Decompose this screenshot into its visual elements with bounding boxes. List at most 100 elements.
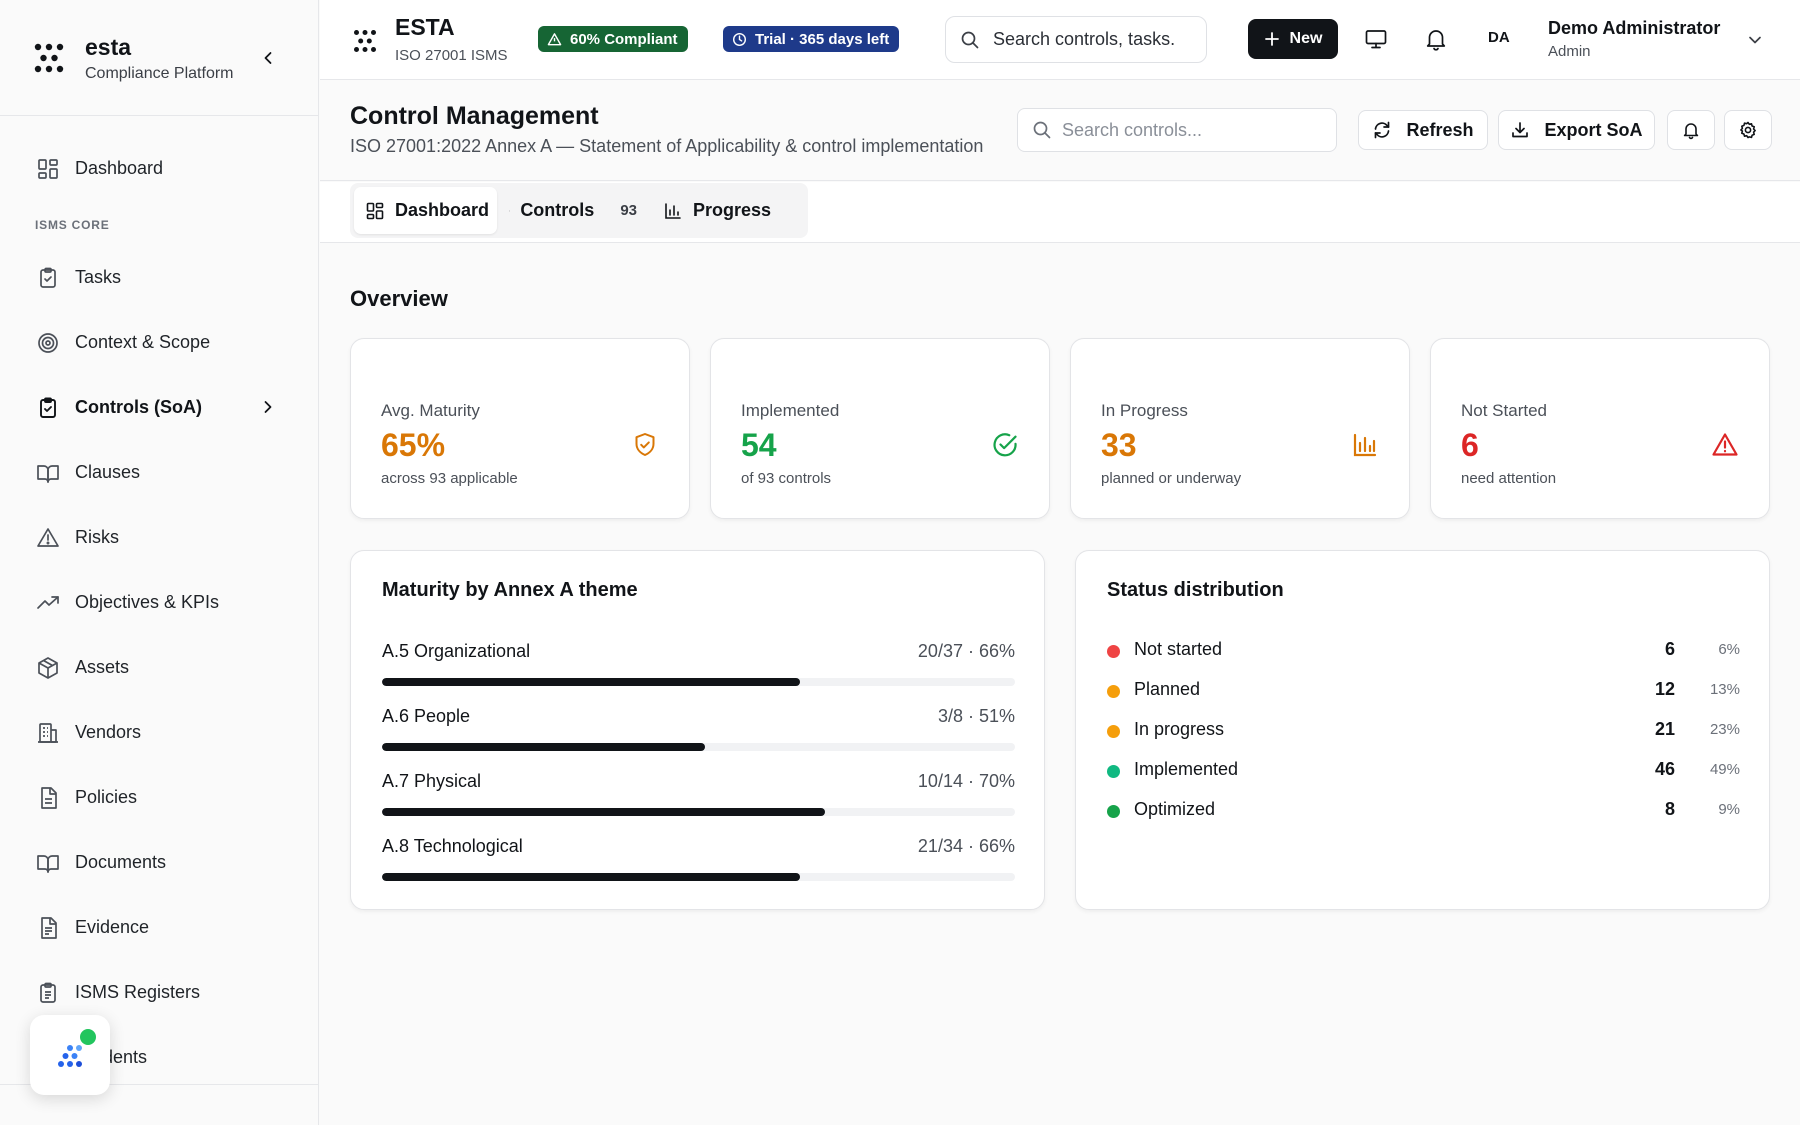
controls-search-input[interactable]: Search controls...	[1017, 108, 1337, 152]
register-icon	[40, 982, 56, 1003]
theme-stat: 20/37 · 66%	[917, 641, 1015, 661]
not-started-card: Not Started 6 need attention	[1430, 338, 1770, 519]
new-button[interactable]: New	[1248, 19, 1338, 59]
stat-caption: of 93 controls	[741, 470, 832, 487]
theme-stat: 3/8 · 51%	[937, 706, 1015, 726]
status-row: Implemented 46 49%	[1107, 757, 1740, 787]
warning-icon	[37, 527, 59, 547]
status-name: In progress	[1134, 719, 1225, 739]
theme-row: A.7 Physical 10/14 · 70%	[382, 771, 1015, 821]
sidebar-item-objectives[interactable]: Objectives & KPIs	[0, 570, 318, 635]
check-circle-icon	[993, 433, 1017, 457]
assistant-button[interactable]	[30, 1015, 110, 1095]
export-soa-button[interactable]: Export SoA	[1498, 110, 1655, 150]
chevron-down-icon[interactable]	[1745, 30, 1765, 50]
shield-icon	[509, 209, 511, 212]
refresh-button[interactable]: Refresh	[1358, 110, 1488, 150]
monitor-icon[interactable]	[1363, 26, 1389, 52]
in-progress-card: In Progress 33 planned or underway	[1070, 338, 1410, 519]
controls-search-placeholder: Search controls...	[1062, 119, 1203, 140]
panel-title: Status distribution	[1107, 579, 1284, 601]
progress-track	[382, 808, 1015, 816]
bar-chart-icon	[665, 202, 681, 219]
sidebar-nav: Dashboard ISMS CORE Tasks Context & Scop…	[0, 116, 318, 1090]
trial-badge-label: Trial · 365 days left	[755, 30, 890, 48]
user-name[interactable]: Demo Administrator	[1548, 18, 1720, 39]
sidebar-item-context-scope[interactable]: Context & Scope	[0, 310, 318, 375]
progress-track	[382, 873, 1015, 881]
global-search-input[interactable]: Search controls, tasks.	[945, 16, 1207, 63]
status-percent: 13%	[1709, 681, 1740, 698]
sidebar-item-vendors[interactable]: Vendors	[0, 700, 318, 765]
stat-label: In Progress	[1101, 401, 1188, 420]
sidebar-item-dashboard[interactable]: Dashboard	[0, 136, 318, 201]
plus-icon	[1264, 32, 1279, 46]
building-icon	[38, 722, 58, 743]
status-percent: 6%	[1718, 641, 1740, 658]
new-button-label: New	[1289, 30, 1323, 47]
status-name: Optimized	[1134, 799, 1216, 819]
nav-section-label: ISMS CORE	[35, 218, 110, 232]
theme-name: A.7 Physical	[382, 771, 482, 791]
tab-dashboard[interactable]: Dashboard	[354, 187, 497, 234]
sidebar-item-label: Context & Scope	[75, 332, 211, 352]
tabs-row: Dashboard Controls 93 Progress	[320, 182, 1800, 243]
sidebar-item-label: Documents	[75, 852, 167, 872]
stat-value: 33	[1101, 427, 1137, 463]
brand: esta Compliance Platform	[0, 0, 318, 116]
clipboard-icon	[40, 267, 56, 288]
status-row: Optimized 8 9%	[1107, 797, 1740, 827]
bar-chart-icon	[1353, 433, 1377, 457]
online-status-dot	[80, 1029, 96, 1045]
sidebar-item-policies[interactable]: Policies	[0, 765, 318, 830]
status-percent: 9%	[1718, 801, 1740, 818]
notifications-bell-icon[interactable]	[1423, 26, 1449, 52]
refresh-button-label: Refresh	[1406, 119, 1474, 140]
tab-label: Controls	[520, 200, 595, 220]
sidebar-item-controls[interactable]: Controls (SoA)	[0, 375, 318, 440]
collapse-sidebar-icon[interactable]	[258, 48, 278, 68]
grid-icon	[38, 158, 58, 179]
sidebar-item-risks[interactable]: Risks	[0, 505, 318, 570]
sidebar: esta Compliance Platform Dashboard ISMS …	[0, 0, 319, 1125]
book-icon	[37, 464, 59, 483]
status-count: 21	[1654, 719, 1675, 739]
maturity-by-theme-panel: Maturity by Annex A theme A.5 Organizati…	[350, 550, 1045, 910]
stat-value: 65%	[381, 427, 446, 463]
progress-fill	[382, 678, 800, 686]
user-role: Admin	[1548, 43, 1591, 60]
progress-fill	[382, 873, 800, 881]
sidebar-item-evidence[interactable]: Evidence	[0, 895, 318, 960]
page-title: Control Management	[350, 102, 599, 130]
status-dot	[1107, 725, 1120, 738]
sidebar-item-label: Vendors	[75, 722, 142, 742]
tab-progress[interactable]: Progress	[662, 187, 782, 234]
sidebar-item-label: Dashboard	[75, 158, 164, 178]
gear-icon	[1740, 121, 1756, 139]
sidebar-item-clauses[interactable]: Clauses	[0, 440, 318, 505]
avatar[interactable]: DA	[1488, 29, 1510, 46]
clock-icon	[732, 32, 747, 46]
target-icon	[38, 332, 58, 353]
status-dot	[1107, 805, 1120, 818]
tab-label: Dashboard	[395, 200, 490, 220]
workspace-subtitle: ISO 27001 ISMS	[395, 47, 508, 64]
sidebar-item-label: Policies	[75, 787, 138, 807]
theme-row: A.8 Technological 21/34 · 66%	[382, 836, 1015, 886]
status-row: Planned 12 13%	[1107, 677, 1740, 707]
sidebar-item-documents[interactable]: Documents	[0, 830, 318, 895]
export-soa-button-label: Export SoA	[1544, 119, 1643, 140]
status-dot	[1107, 765, 1120, 778]
sidebar-item-label: Evidence	[75, 917, 150, 937]
sidebar-item-assets[interactable]: Assets	[0, 635, 318, 700]
refresh-icon	[1375, 121, 1390, 139]
search-icon	[961, 31, 979, 48]
tab-controls[interactable]: Controls 93	[507, 187, 637, 234]
settings-button[interactable]	[1724, 110, 1772, 150]
theme-name: A.8 Technological	[382, 836, 523, 856]
compliance-badge: 60% Compliant	[538, 26, 688, 52]
esta-logo-icon	[34, 43, 64, 72]
sidebar-item-tasks[interactable]: Tasks	[0, 245, 318, 310]
alerts-button[interactable]	[1667, 110, 1715, 150]
status-dot	[1107, 685, 1120, 698]
